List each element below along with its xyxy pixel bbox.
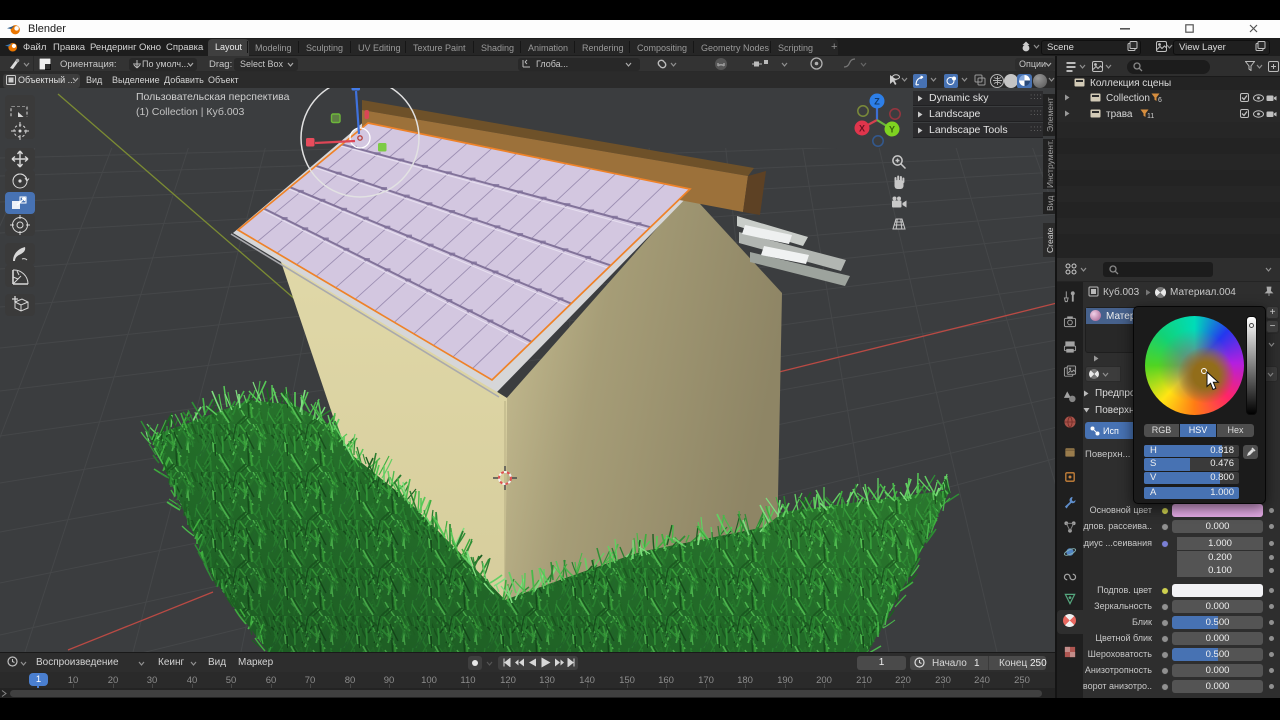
svg-text:X: X bbox=[859, 124, 865, 134]
svg-text:Y: Y bbox=[889, 125, 895, 135]
svg-text:Z: Z bbox=[874, 97, 880, 107]
